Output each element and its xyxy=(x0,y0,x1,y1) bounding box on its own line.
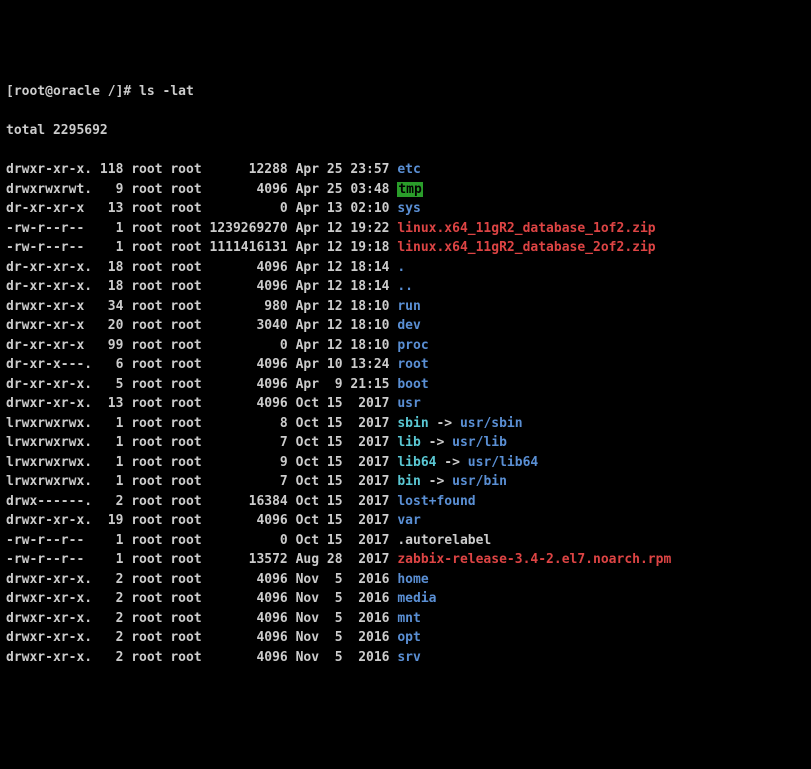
file-row: lrwxrwxrwx. 1 root root 7 Oct 15 2017 bi… xyxy=(6,472,805,492)
file-name: etc xyxy=(397,162,420,177)
file-name: dev xyxy=(397,318,420,333)
file-listing: drwxr-xr-x. 118 root root 12288 Apr 25 2… xyxy=(6,160,805,667)
file-meta: drwxr-xr-x. 2 root root 4096 Nov 5 2016 xyxy=(6,630,397,645)
file-name: run xyxy=(397,299,420,314)
file-meta: dr-xr-xr-x 13 root root 0 Apr 13 02:10 xyxy=(6,201,397,216)
file-row: -rw-r--r-- 1 root root 13572 Aug 28 2017… xyxy=(6,550,805,570)
file-meta: dr-xr-xr-x. 18 root root 4096 Apr 12 18:… xyxy=(6,279,397,294)
file-name: zabbix-release-3.4-2.el7.noarch.rpm xyxy=(397,552,671,567)
file-meta: -rw-r--r-- 1 root root 1239269270 Apr 12… xyxy=(6,221,397,236)
file-row: dr-xr-xr-x 13 root root 0 Apr 13 02:10 s… xyxy=(6,199,805,219)
symlink-arrow: -> xyxy=(421,435,452,450)
file-name: lib xyxy=(397,435,420,450)
symlink-arrow: -> xyxy=(421,474,452,489)
file-meta: dr-xr-xr-x. 5 root root 4096 Apr 9 21:15 xyxy=(6,377,397,392)
file-row: dr-xr-x---. 6 root root 4096 Apr 10 13:2… xyxy=(6,355,805,375)
file-meta: drwxr-xr-x. 2 root root 4096 Nov 5 2016 xyxy=(6,591,397,606)
file-name: boot xyxy=(397,377,428,392)
file-name: proc xyxy=(397,338,428,353)
file-row: drwxrwxrwt. 9 root root 4096 Apr 25 03:4… xyxy=(6,180,805,200)
file-meta: drwxr-xr-x. 19 root root 4096 Oct 15 201… xyxy=(6,513,397,528)
file-name: linux.x64_11gR2_database_1of2.zip xyxy=(397,221,655,236)
file-row: lrwxrwxrwx. 1 root root 8 Oct 15 2017 sb… xyxy=(6,414,805,434)
file-name: opt xyxy=(397,630,420,645)
total-line: total 2295692 xyxy=(6,121,805,141)
file-name: lost+found xyxy=(397,494,475,509)
shell-prompt[interactable]: [root@oracle /]# ls -lat xyxy=(6,82,805,102)
file-row: drwxr-xr-x 20 root root 3040 Apr 12 18:1… xyxy=(6,316,805,336)
file-row: drwxr-xr-x. 118 root root 12288 Apr 25 2… xyxy=(6,160,805,180)
file-name: var xyxy=(397,513,420,528)
symlink-arrow: -> xyxy=(429,416,460,431)
file-name: lib64 xyxy=(397,455,436,470)
file-meta: -rw-r--r-- 1 root root 1111416131 Apr 12… xyxy=(6,240,397,255)
file-row: drwxr-xr-x. 2 root root 4096 Nov 5 2016 … xyxy=(6,570,805,590)
file-row: lrwxrwxrwx. 1 root root 9 Oct 15 2017 li… xyxy=(6,453,805,473)
file-row: dr-xr-xr-x. 5 root root 4096 Apr 9 21:15… xyxy=(6,375,805,395)
file-meta: drwxr-xr-x. 13 root root 4096 Oct 15 201… xyxy=(6,396,397,411)
file-meta: drwxr-xr-x. 2 root root 4096 Nov 5 2016 xyxy=(6,611,397,626)
file-meta: lrwxrwxrwx. 1 root root 7 Oct 15 2017 xyxy=(6,474,397,489)
file-name: sbin xyxy=(397,416,428,431)
file-row: drwx------. 2 root root 16384 Oct 15 201… xyxy=(6,492,805,512)
file-meta: drwxr-xr-x. 118 root root 12288 Apr 25 2… xyxy=(6,162,397,177)
symlink-target: usr/sbin xyxy=(460,416,523,431)
file-row: dr-xr-xr-x 99 root root 0 Apr 12 18:10 p… xyxy=(6,336,805,356)
file-meta: lrwxrwxrwx. 1 root root 9 Oct 15 2017 xyxy=(6,455,397,470)
file-meta: dr-xr-x---. 6 root root 4096 Apr 10 13:2… xyxy=(6,357,397,372)
symlink-target: usr/lib xyxy=(452,435,507,450)
file-meta: -rw-r--r-- 1 root root 13572 Aug 28 2017 xyxy=(6,552,397,567)
file-row: drwxr-xr-x. 19 root root 4096 Oct 15 201… xyxy=(6,511,805,531)
file-meta: lrwxrwxrwx. 1 root root 7 Oct 15 2017 xyxy=(6,435,397,450)
symlink-target: usr/bin xyxy=(452,474,507,489)
file-name: srv xyxy=(397,650,420,665)
file-meta: drwxr-xr-x 20 root root 3040 Apr 12 18:1… xyxy=(6,318,397,333)
file-meta: drwxr-xr-x. 2 root root 4096 Nov 5 2016 xyxy=(6,572,397,587)
file-name: linux.x64_11gR2_database_2of2.zip xyxy=(397,240,655,255)
file-row: dr-xr-xr-x. 18 root root 4096 Apr 12 18:… xyxy=(6,258,805,278)
file-row: -rw-r--r-- 1 root root 1239269270 Apr 12… xyxy=(6,219,805,239)
symlink-target: usr/lib64 xyxy=(468,455,538,470)
file-meta: drwx------. 2 root root 16384 Oct 15 201… xyxy=(6,494,397,509)
file-name: sys xyxy=(397,201,420,216)
file-meta: lrwxrwxrwx. 1 root root 8 Oct 15 2017 xyxy=(6,416,397,431)
file-name: home xyxy=(397,572,428,587)
file-row: drwxr-xr-x 34 root root 980 Apr 12 18:10… xyxy=(6,297,805,317)
file-meta: drwxr-xr-x 34 root root 980 Apr 12 18:10 xyxy=(6,299,397,314)
file-name: tmp xyxy=(397,182,422,197)
file-name: usr xyxy=(397,396,420,411)
file-name: mnt xyxy=(397,611,420,626)
file-name: . xyxy=(397,260,405,275)
file-row: dr-xr-xr-x. 18 root root 4096 Apr 12 18:… xyxy=(6,277,805,297)
file-row: drwxr-xr-x. 13 root root 4096 Oct 15 201… xyxy=(6,394,805,414)
file-row: lrwxrwxrwx. 1 root root 7 Oct 15 2017 li… xyxy=(6,433,805,453)
file-name: .. xyxy=(397,279,413,294)
file-meta: drwxr-xr-x. 2 root root 4096 Nov 5 2016 xyxy=(6,650,397,665)
file-meta: drwxrwxrwt. 9 root root 4096 Apr 25 03:4… xyxy=(6,182,397,197)
file-row: drwxr-xr-x. 2 root root 4096 Nov 5 2016 … xyxy=(6,628,805,648)
file-row: drwxr-xr-x. 2 root root 4096 Nov 5 2016 … xyxy=(6,589,805,609)
file-row: -rw-r--r-- 1 root root 0 Oct 15 2017 .au… xyxy=(6,531,805,551)
file-meta: dr-xr-xr-x 99 root root 0 Apr 12 18:10 xyxy=(6,338,397,353)
file-row: drwxr-xr-x. 2 root root 4096 Nov 5 2016 … xyxy=(6,609,805,629)
file-name: root xyxy=(397,357,428,372)
symlink-arrow: -> xyxy=(436,455,467,470)
file-meta: dr-xr-xr-x. 18 root root 4096 Apr 12 18:… xyxy=(6,260,397,275)
file-name: media xyxy=(397,591,436,606)
file-row: -rw-r--r-- 1 root root 1111416131 Apr 12… xyxy=(6,238,805,258)
file-name: bin xyxy=(397,474,420,489)
file-row: drwxr-xr-x. 2 root root 4096 Nov 5 2016 … xyxy=(6,648,805,668)
